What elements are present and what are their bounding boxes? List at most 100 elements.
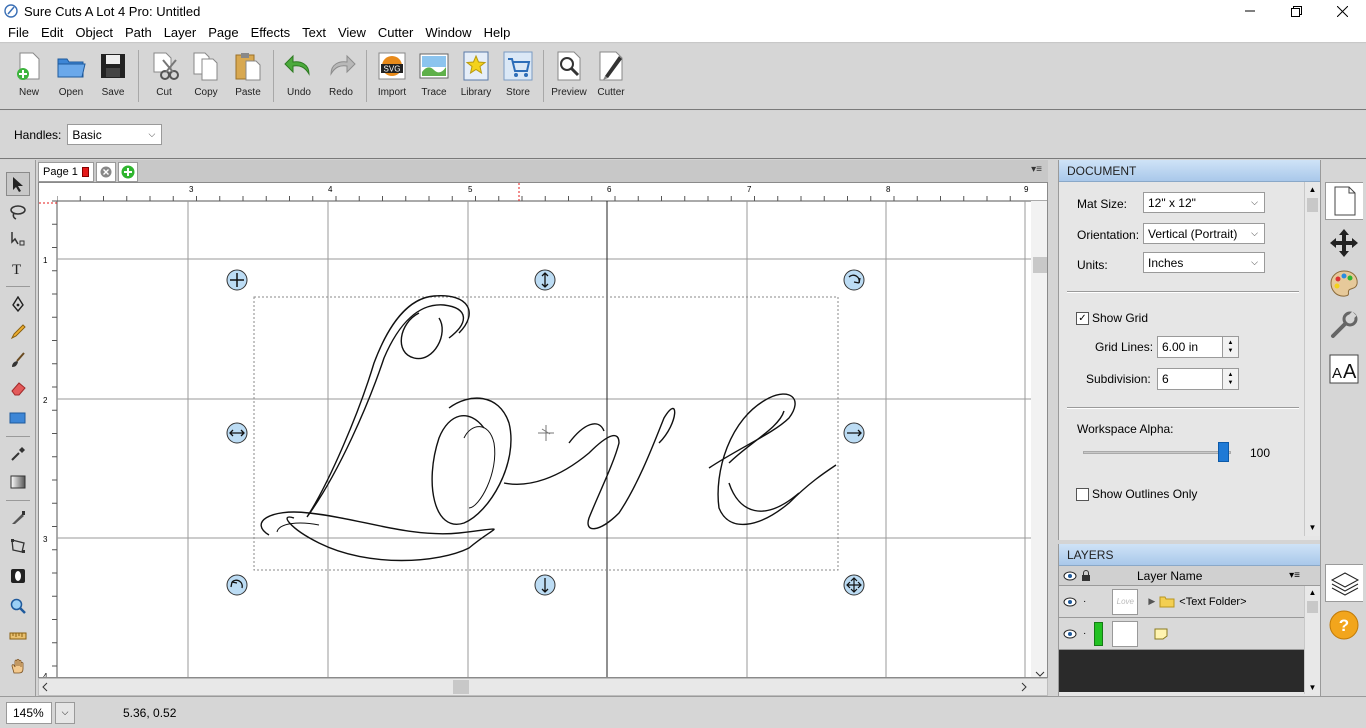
- close-page-button[interactable]: [95, 161, 116, 182]
- zoom-tool[interactable]: [6, 594, 30, 618]
- lock-toggle[interactable]: ·: [1083, 596, 1086, 607]
- path-tool[interactable]: [6, 534, 30, 558]
- layers-scrollbar[interactable]: ▲ ▼: [1304, 586, 1320, 694]
- love-artwork[interactable]: [260, 295, 837, 562]
- menu-text[interactable]: Text: [296, 22, 332, 43]
- menu-cutter[interactable]: Cutter: [372, 22, 419, 43]
- zoom-dropdown-button[interactable]: ⌵: [55, 701, 75, 724]
- layers-menu-icon[interactable]: ▾≡: [1289, 570, 1300, 581]
- scroll-down-icon[interactable]: ▼: [1305, 683, 1320, 692]
- layer-row[interactable]: · Love ▶ <Text Folder>: [1059, 586, 1320, 618]
- new-button[interactable]: New: [8, 50, 50, 98]
- lasso-tool[interactable]: [6, 200, 30, 224]
- show-outlines-checkbox[interactable]: [1076, 488, 1089, 502]
- text-style-panel-button[interactable]: AA: [1325, 350, 1363, 388]
- workspace-alpha-thumb[interactable]: [1218, 442, 1229, 462]
- eraser-tool[interactable]: [6, 376, 30, 400]
- menu-effects[interactable]: Effects: [245, 22, 297, 43]
- zoom-input[interactable]: 145%: [6, 701, 52, 724]
- rotate-handle-bl[interactable]: [226, 574, 248, 596]
- pen-tool[interactable]: [6, 292, 30, 316]
- resize-handle-bottom[interactable]: [534, 574, 556, 596]
- resize-handle-right[interactable]: [843, 422, 865, 444]
- handles-select[interactable]: Basic ⌵: [67, 124, 163, 145]
- library-button[interactable]: Library: [455, 50, 497, 98]
- copy-button[interactable]: Copy: [185, 50, 227, 98]
- colors-panel-button[interactable]: [1325, 264, 1363, 302]
- page-menu-button[interactable]: ▾≡: [1031, 164, 1042, 175]
- layers-scroll-thumb[interactable]: [1307, 601, 1318, 613]
- undo-button[interactable]: Undo: [278, 50, 320, 98]
- menu-file[interactable]: File: [2, 22, 35, 43]
- node-edit-tool[interactable]: [6, 226, 30, 250]
- document-panel-scroll-thumb[interactable]: [1307, 198, 1318, 212]
- resize-handle-left[interactable]: [226, 422, 248, 444]
- rotate-handle-tr[interactable]: [843, 269, 865, 291]
- select-tool[interactable]: [6, 172, 30, 196]
- canvas-hscroll-thumb[interactable]: [453, 680, 469, 694]
- import-button[interactable]: SVG Import: [371, 50, 413, 98]
- grid-lines-spinner[interactable]: 6.00 in ▲ ▼: [1157, 336, 1239, 358]
- layer-row[interactable]: ·: [1059, 618, 1320, 650]
- resize-handle-top[interactable]: [534, 269, 556, 291]
- eye-icon[interactable]: [1063, 629, 1077, 639]
- transform-panel-button[interactable]: [1325, 224, 1363, 262]
- design-canvas[interactable]: 3 4 5 6 7 8 9 1 2 3 4: [38, 182, 1048, 678]
- spinner-arrows-icon[interactable]: ▲ ▼: [1222, 337, 1238, 357]
- save-button[interactable]: Save: [92, 50, 134, 98]
- orientation-select[interactable]: Vertical (Portrait) ⌵: [1143, 223, 1265, 244]
- scroll-down-icon[interactable]: ▼: [1305, 523, 1320, 532]
- gradient-tool[interactable]: [6, 470, 30, 494]
- canvas-vscroll-thumb[interactable]: [1033, 257, 1047, 273]
- brush-tool[interactable]: [6, 348, 30, 372]
- restore-button[interactable]: [1273, 0, 1319, 22]
- contour-tool[interactable]: [6, 564, 30, 588]
- subdivision-spinner[interactable]: 6 ▲ ▼: [1157, 368, 1239, 390]
- show-grid-checkbox[interactable]: ✓: [1076, 312, 1089, 326]
- open-button[interactable]: Open: [50, 50, 92, 98]
- layer-color-swatch[interactable]: [1094, 621, 1104, 646]
- menu-view[interactable]: View: [332, 22, 372, 43]
- scroll-up-icon[interactable]: ▲: [1305, 185, 1320, 194]
- redo-button[interactable]: Redo: [320, 50, 362, 98]
- help-button[interactable]: ?: [1325, 606, 1363, 644]
- scroll-right-icon[interactable]: [1021, 682, 1027, 692]
- expand-arrow-icon[interactable]: ▶: [1148, 596, 1155, 607]
- cut-button[interactable]: Cut: [143, 50, 185, 98]
- layers-panel-button[interactable]: [1325, 564, 1363, 602]
- text-tool[interactable]: T: [6, 256, 30, 280]
- knife-tool[interactable]: [6, 506, 30, 530]
- page-tab[interactable]: Page 1: [38, 161, 94, 182]
- preview-button[interactable]: Preview: [548, 50, 590, 98]
- show-grid-row[interactable]: ✓ Show Grid: [1076, 311, 1148, 326]
- lock-toggle[interactable]: ·: [1083, 628, 1086, 639]
- canvas-hscrollbar[interactable]: [38, 678, 1048, 696]
- minimize-button[interactable]: [1227, 0, 1273, 22]
- trace-button[interactable]: Trace: [413, 50, 455, 98]
- rectangle-tool[interactable]: [6, 406, 30, 430]
- document-panel-scrollbar[interactable]: ▲ ▼: [1304, 182, 1320, 536]
- menu-layer[interactable]: Layer: [158, 22, 203, 43]
- ruler-tool[interactable]: [6, 624, 30, 648]
- menu-page[interactable]: Page: [202, 22, 244, 43]
- scroll-up-icon[interactable]: ▲: [1305, 588, 1320, 597]
- menu-window[interactable]: Window: [419, 22, 477, 43]
- move-handle-br[interactable]: [843, 574, 865, 596]
- store-button[interactable]: Store: [497, 50, 539, 98]
- spinner-arrows-icon[interactable]: ▲ ▼: [1222, 369, 1238, 389]
- document-panel-button[interactable]: [1325, 182, 1363, 220]
- show-outlines-row[interactable]: Show Outlines Only: [1076, 487, 1197, 502]
- paste-button[interactable]: Paste: [227, 50, 269, 98]
- cutter-button[interactable]: Cutter: [590, 50, 632, 98]
- add-page-button[interactable]: [117, 161, 138, 182]
- move-handle-tl[interactable]: [226, 269, 248, 291]
- eyedropper-tool[interactable]: [6, 442, 30, 466]
- units-select[interactable]: Inches ⌵: [1143, 252, 1265, 273]
- eye-icon[interactable]: [1063, 597, 1077, 607]
- close-button[interactable]: [1319, 0, 1365, 22]
- scroll-left-icon[interactable]: [42, 682, 48, 692]
- pencil-tool[interactable]: [6, 320, 30, 344]
- menu-path[interactable]: Path: [119, 22, 158, 43]
- hand-pan-tool[interactable]: [6, 654, 30, 678]
- settings-panel-button[interactable]: [1325, 306, 1363, 344]
